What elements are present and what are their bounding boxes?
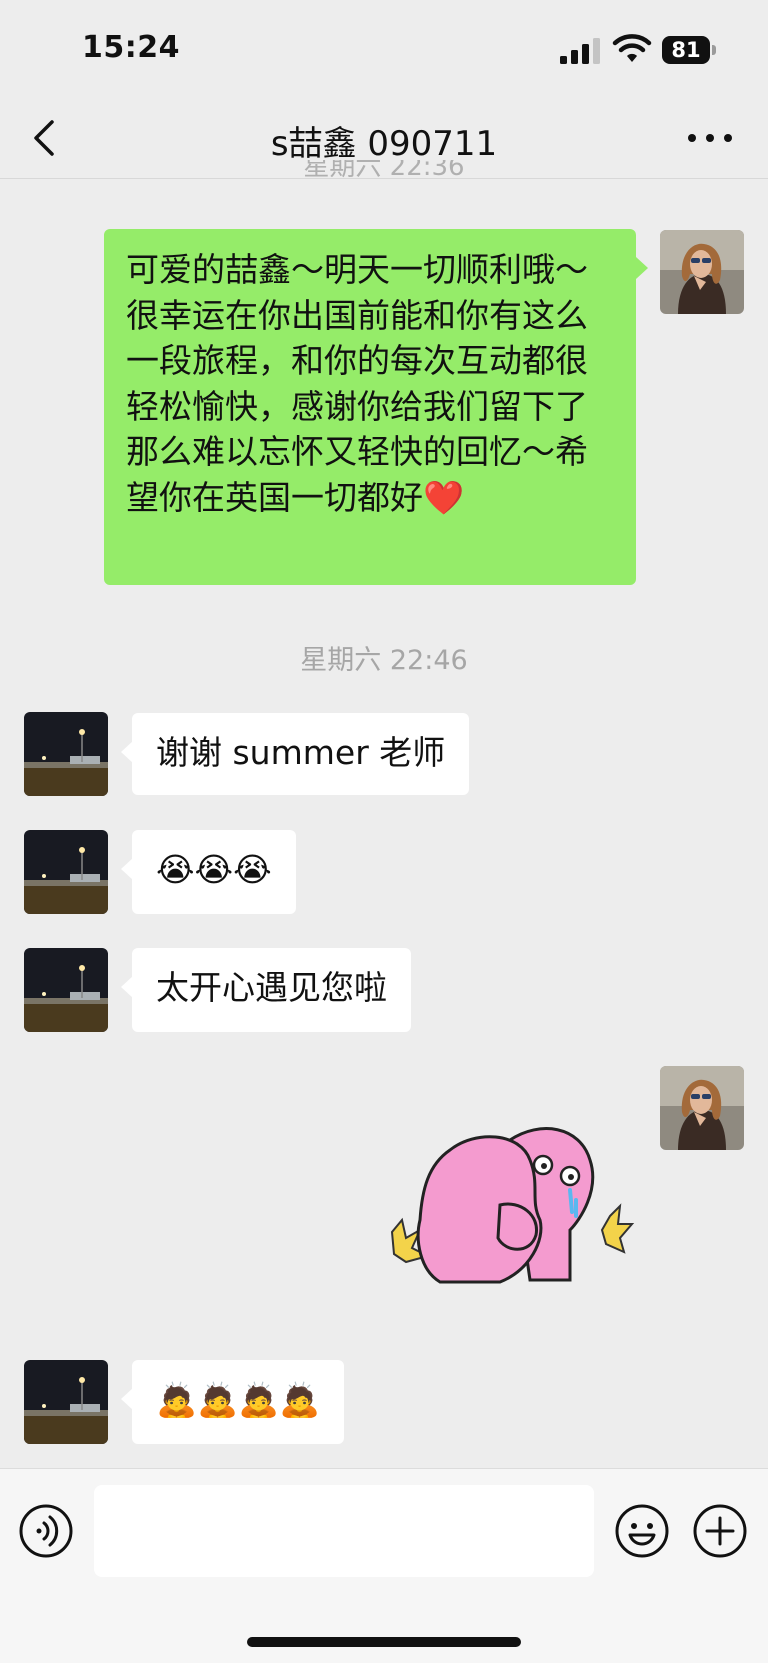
timestamp-clipped-text: 星期六 22:36 bbox=[303, 160, 465, 182]
plus-icon[interactable] bbox=[692, 1503, 748, 1559]
outgoing-message-text: 可爱的喆鑫～明天一切顺利哦～很幸运在你出国前能和你有这么一段旅程，和你的每次互动… bbox=[126, 250, 588, 517]
home-indicator bbox=[247, 1637, 521, 1647]
emoji-icon[interactable] bbox=[614, 1503, 670, 1559]
incoming-message-text: 🙇🙇🙇🙇 bbox=[156, 1380, 321, 1419]
pink-blob-sticker[interactable] bbox=[380, 1120, 640, 1285]
incoming-message[interactable]: 🙇🙇🙇🙇 bbox=[120, 1360, 345, 1444]
incoming-message[interactable]: 谢谢 summer 老师 bbox=[120, 713, 470, 795]
status-time: 15:24 bbox=[82, 30, 180, 65]
incoming-message[interactable]: 太开心遇见您啦 bbox=[121, 948, 411, 1032]
my-avatar[interactable] bbox=[660, 230, 744, 314]
signal-icon bbox=[560, 38, 600, 64]
contact-avatar[interactable] bbox=[24, 712, 108, 796]
outgoing-message[interactable]: 可爱的喆鑫～明天一切顺利哦～很幸运在你出国前能和你有这么一段旅程，和你的每次互动… bbox=[104, 229, 648, 585]
battery-icon: 81 bbox=[662, 36, 718, 66]
input-bar bbox=[0, 1468, 768, 1663]
incoming-message-text: 谢谢 summer 老师 bbox=[156, 733, 446, 772]
incoming-message-text: 太开心遇见您啦 bbox=[156, 968, 387, 1007]
contact-avatar[interactable] bbox=[24, 1360, 108, 1444]
voice-input-icon[interactable] bbox=[18, 1503, 74, 1559]
wifi-icon bbox=[612, 34, 652, 62]
battery-tip bbox=[712, 45, 716, 55]
incoming-message-text: 😭😭😭 bbox=[156, 850, 272, 889]
status-bar: 15:24 81 bbox=[0, 0, 768, 100]
contact-avatar[interactable] bbox=[24, 830, 108, 914]
more-options-icon[interactable] bbox=[684, 118, 738, 158]
battery-level: 81 bbox=[662, 36, 710, 64]
timestamp-clipped: 星期六 22:36 bbox=[0, 160, 768, 190]
timestamp: 星期六 22:46 bbox=[300, 645, 468, 676]
chat-title: s喆鑫 090711 bbox=[270, 124, 498, 164]
incoming-message[interactable]: 😭😭😭 bbox=[121, 830, 296, 914]
my-avatar[interactable] bbox=[660, 1066, 744, 1150]
message-input[interactable] bbox=[94, 1485, 594, 1577]
contact-avatar[interactable] bbox=[24, 948, 108, 1032]
